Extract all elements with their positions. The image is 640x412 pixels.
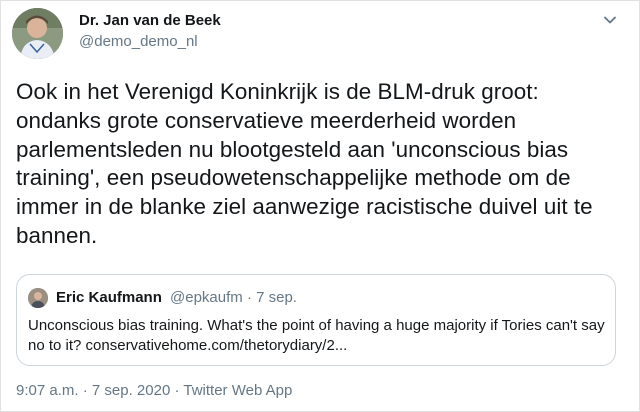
tweet-text: Ook in het Verenigd Koninkrijk is de BLM…	[16, 79, 593, 248]
tweet-date[interactable]: 7 sep. 2020	[92, 382, 170, 399]
separator: ·	[82, 382, 88, 399]
author-name[interactable]: Dr. Jan van de Beek	[79, 12, 221, 29]
quoted-author-name[interactable]: Eric Kaufmann	[56, 289, 162, 306]
author-avatar[interactable]	[12, 8, 63, 59]
tweet-source[interactable]: Twitter Web App	[183, 382, 292, 399]
chevron-down-icon[interactable]	[600, 10, 620, 30]
quoted-date[interactable]: 7 sep.	[256, 289, 297, 306]
author-handle[interactable]: @demo_demo_nl	[79, 33, 198, 50]
tweet-footer: 9:07 a.m. · 7 sep. 2020 · Twitter Web Ap…	[16, 382, 292, 399]
separator: ·	[246, 289, 252, 306]
quoted-handle[interactable]: @epkaufm	[170, 289, 243, 306]
quoted-text: Unconscious bias training. What's the po…	[28, 317, 605, 354]
quoted-meta: @epkaufm · 7 sep.	[170, 289, 297, 306]
separator: ·	[174, 382, 180, 399]
quoted-avatar[interactable]	[28, 288, 48, 308]
tweet-time[interactable]: 9:07 a.m.	[16, 382, 79, 399]
quoted-tweet[interactable]: Eric Kaufmann @epkaufm · 7 sep. Unconsci…	[16, 274, 616, 366]
